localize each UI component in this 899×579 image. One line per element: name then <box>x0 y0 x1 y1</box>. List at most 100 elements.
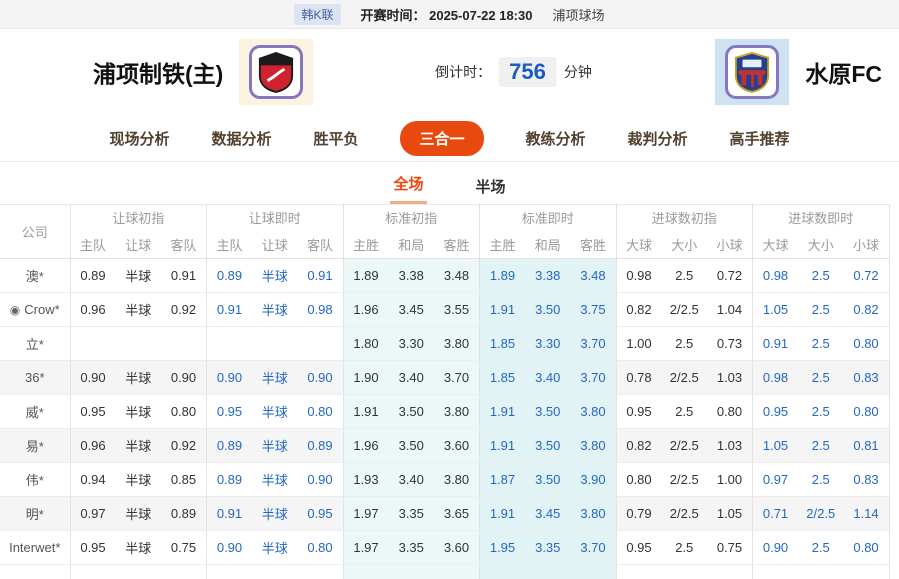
odds-cell[interactable]: 半球 <box>252 497 298 531</box>
odds-cell[interactable]: 3.50 <box>525 395 571 429</box>
odds-cell[interactable]: 1.14 <box>844 497 890 531</box>
odds-cell[interactable]: 1.85 <box>480 361 526 395</box>
odds-cell[interactable]: 2.5 <box>798 463 844 497</box>
odds-cell[interactable]: 2.5 <box>798 361 844 395</box>
odds-cell[interactable]: 0.89 <box>207 259 253 293</box>
odds-cell[interactable]: 0.91 <box>298 259 344 293</box>
odds-cell[interactable]: 3.50 <box>525 429 571 463</box>
odds-cell[interactable]: 3.80 <box>571 497 617 531</box>
nav-tab-expert-picks[interactable]: 高手推荐 <box>730 128 790 149</box>
odds-cell[interactable]: 3.50 <box>525 463 571 497</box>
odds-cell[interactable]: 0.91 <box>207 293 253 327</box>
odds-cell[interactable]: 0.80 <box>844 395 890 429</box>
odds-cell[interactable]: 0.82 <box>844 293 890 327</box>
odds-cell[interactable]: 0.71 <box>753 497 799 531</box>
odds-cell[interactable]: 0.89 <box>207 463 253 497</box>
odds-cell[interactable]: 3.70 <box>571 361 617 395</box>
odds-cell[interactable]: 3.30 <box>525 327 571 361</box>
odds-cell[interactable]: 0.97 <box>753 463 799 497</box>
odds-cell[interactable]: 1.91 <box>480 429 526 463</box>
period-tab-full-match[interactable]: 全场 <box>390 165 426 204</box>
nav-tab-coach-analysis[interactable]: 教练分析 <box>526 128 586 149</box>
odds-cell[interactable]: 0.91 <box>753 327 799 361</box>
odds-cell[interactable]: 2/2.5 <box>798 497 844 531</box>
odds-cell[interactable]: 半球 <box>252 463 298 497</box>
odds-cell[interactable]: 3.50 <box>525 293 571 327</box>
odds-cell[interactable]: 半球 <box>252 259 298 293</box>
nav-tab-live-analysis[interactable]: 现场分析 <box>109 128 169 149</box>
odds-cell[interactable]: 1.91 <box>480 395 526 429</box>
odds-cell[interactable]: 1.89 <box>480 259 526 293</box>
odds-cell[interactable]: 0.98 <box>753 259 799 293</box>
odds-cell[interactable]: 1.05 <box>753 429 799 463</box>
away-team: 水原FC <box>715 39 882 105</box>
odds-cell[interactable]: 0.89 <box>207 429 253 463</box>
odds-cell[interactable]: 半球 <box>252 531 298 565</box>
company-cell[interactable]: 立* <box>0 327 70 361</box>
odds-cell[interactable]: 1.85 <box>480 327 526 361</box>
odds-cell[interactable]: 3.70 <box>571 327 617 361</box>
odds-cell[interactable]: 3.48 <box>571 259 617 293</box>
odds-cell[interactable]: 0.83 <box>844 463 890 497</box>
odds-cell: 0.91 <box>161 259 207 293</box>
odds-cell[interactable]: 0.95 <box>207 395 253 429</box>
nav-tab-three-in-one[interactable]: 三合一 <box>400 121 483 156</box>
company-cell[interactable]: 威* <box>0 395 70 429</box>
company-cell[interactable]: Interwet* <box>0 531 70 565</box>
nav-tab-data-analysis[interactable]: 数据分析 <box>211 128 271 149</box>
odds-cell[interactable]: 3.80 <box>571 429 617 463</box>
odds-cell[interactable]: 半球 <box>252 361 298 395</box>
company-cell[interactable]: 36* <box>0 361 70 395</box>
odds-cell[interactable]: 0.80 <box>298 395 344 429</box>
odds-cell[interactable]: 0.90 <box>753 531 799 565</box>
odds-cell[interactable]: 2.5 <box>798 395 844 429</box>
odds-cell: 3.60 <box>434 429 480 463</box>
odds-cell[interactable]: 0.90 <box>298 463 344 497</box>
odds-cell[interactable]: 3.35 <box>525 531 571 565</box>
odds-cell[interactable]: 1.95 <box>480 531 526 565</box>
odds-cell[interactable]: 0.95 <box>753 395 799 429</box>
odds-cell[interactable]: 1.05 <box>753 293 799 327</box>
odds-cell[interactable]: 0.98 <box>753 361 799 395</box>
odds-cell[interactable]: 3.80 <box>571 395 617 429</box>
odds-cell[interactable]: 0.89 <box>298 429 344 463</box>
odds-cell[interactable]: 3.38 <box>525 259 571 293</box>
odds-cell[interactable]: 2.5 <box>798 429 844 463</box>
odds-cell[interactable]: 半球 <box>252 293 298 327</box>
odds-cell[interactable]: 0.81 <box>844 429 890 463</box>
odds-cell[interactable]: 0.98 <box>298 293 344 327</box>
company-cell[interactable]: 明* <box>0 497 70 531</box>
odds-cell[interactable]: 1.91 <box>480 293 526 327</box>
odds-cell[interactable]: 0.72 <box>844 259 890 293</box>
odds-cell[interactable]: 1.87 <box>480 463 526 497</box>
odds-cell[interactable]: 0.80 <box>844 531 890 565</box>
home-team-logo-icon <box>239 39 313 105</box>
period-tab-half-match[interactable]: 半场 <box>473 168 509 204</box>
odds-cell[interactable]: 0.80 <box>298 531 344 565</box>
company-cell[interactable]: 伟* <box>0 463 70 497</box>
odds-cell[interactable]: 半球 <box>252 429 298 463</box>
odds-cell[interactable]: 3.40 <box>525 361 571 395</box>
odds-cell[interactable]: 0.90 <box>207 361 253 395</box>
odds-cell[interactable]: 0.91 <box>207 497 253 531</box>
odds-cell[interactable]: 3.90 <box>571 463 617 497</box>
odds-cell[interactable]: 3.75 <box>571 293 617 327</box>
odds-cell[interactable]: 2.5 <box>798 293 844 327</box>
company-cell[interactable]: 易* <box>0 429 70 463</box>
company-cell[interactable]: ◉Crow* <box>0 293 70 327</box>
odds-cell[interactable]: 半球 <box>252 395 298 429</box>
odds-cell[interactable]: 0.95 <box>298 497 344 531</box>
odds-cell[interactable]: 0.90 <box>298 361 344 395</box>
odds-cell[interactable]: 3.70 <box>571 531 617 565</box>
nav-tab-referee-analysis[interactable]: 裁判分析 <box>628 128 688 149</box>
odds-cell[interactable]: 0.80 <box>844 327 890 361</box>
nav-tab-win-draw-loss[interactable]: 胜平负 <box>313 128 358 149</box>
odds-cell[interactable]: 1.91 <box>480 497 526 531</box>
odds-cell[interactable]: 2.5 <box>798 327 844 361</box>
odds-cell[interactable]: 2.5 <box>798 259 844 293</box>
odds-cell[interactable]: 0.90 <box>207 531 253 565</box>
company-cell[interactable]: 澳* <box>0 259 70 293</box>
odds-cell[interactable]: 3.45 <box>525 497 571 531</box>
odds-cell[interactable]: 2.5 <box>798 531 844 565</box>
odds-cell[interactable]: 0.83 <box>844 361 890 395</box>
